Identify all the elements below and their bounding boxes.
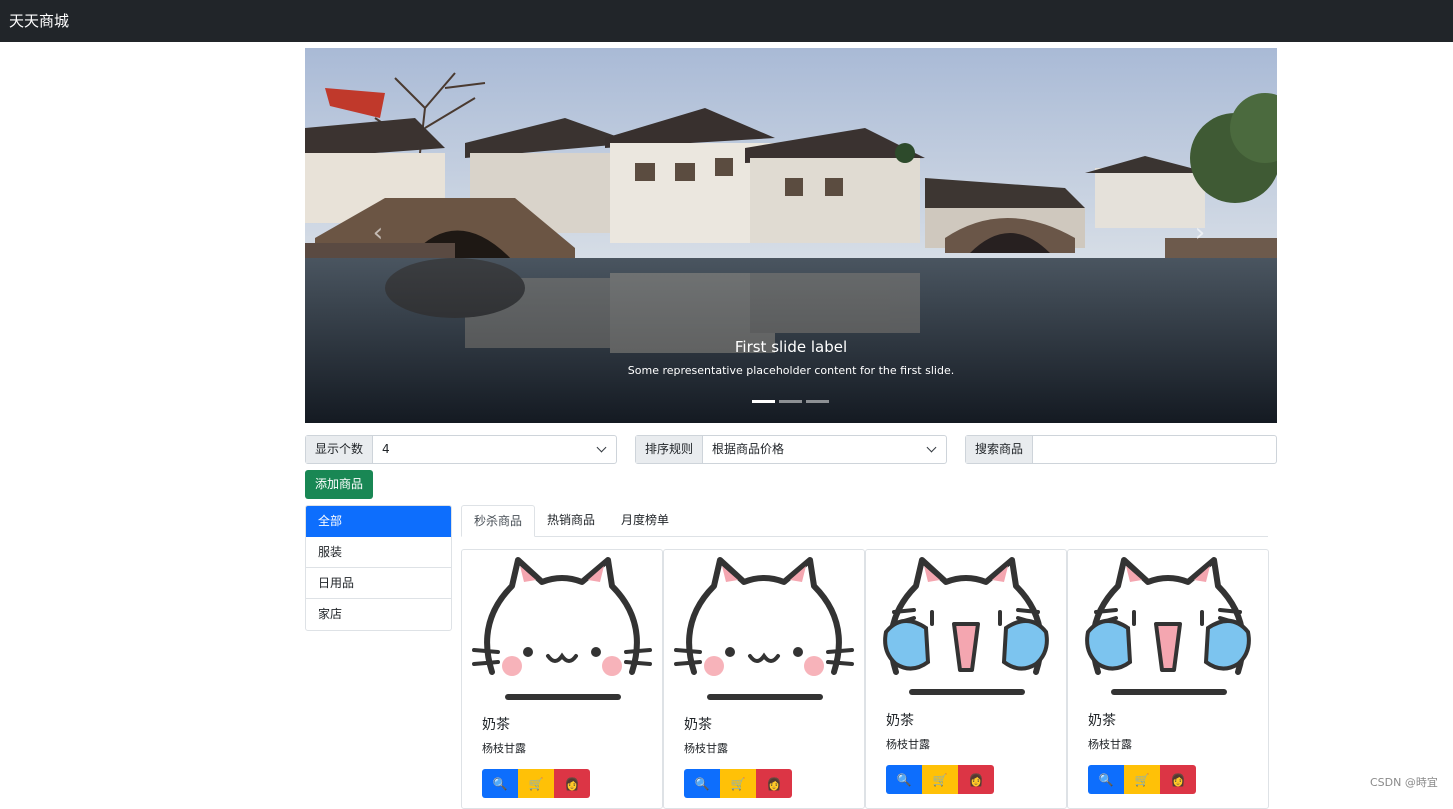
product-name: 奶茶 bbox=[1088, 713, 1116, 729]
display-count-group: 显示个数 4 bbox=[305, 435, 617, 464]
carousel-indicators bbox=[752, 400, 829, 403]
chevron-left-icon: ‹ bbox=[372, 218, 384, 248]
user-button[interactable]: 👩 bbox=[554, 769, 590, 798]
product-card[interactable]: 奶茶 杨枝甘露 🔍 🛒 👩 bbox=[663, 549, 865, 809]
crying-cat-icon bbox=[1085, 557, 1251, 695]
category-item-home[interactable]: 家店 bbox=[306, 599, 451, 630]
add-to-cart-button[interactable]: 🛒 bbox=[518, 769, 554, 798]
product-name: 奶茶 bbox=[482, 717, 510, 733]
add-product-button[interactable]: 添加商品 bbox=[305, 470, 373, 499]
tab-flash-sale[interactable]: 秒杀商品 bbox=[461, 505, 536, 537]
view-button[interactable]: 🔍 bbox=[1088, 765, 1124, 794]
product-actions: 🔍 🛒 👩 bbox=[1088, 765, 1196, 794]
watermark: CSDN @時宜 bbox=[1370, 776, 1438, 789]
magnifier-icon: 🔍 bbox=[1098, 772, 1114, 787]
carousel-indicator-2[interactable] bbox=[779, 400, 802, 403]
smiling-cat-icon bbox=[674, 557, 854, 700]
view-button[interactable]: 🔍 bbox=[886, 765, 922, 794]
smiling-cat-icon bbox=[472, 557, 652, 700]
add-to-cart-button[interactable]: 🛒 bbox=[1124, 765, 1160, 794]
product-card[interactable]: 奶茶 杨枝甘露 🔍 🛒 👩 bbox=[865, 549, 1067, 809]
product-name: 奶茶 bbox=[886, 713, 914, 729]
category-item-clothing[interactable]: 服装 bbox=[306, 537, 451, 568]
cart-icon: 🛒 bbox=[528, 776, 544, 791]
tab-monthly-ranking[interactable]: 月度榜单 bbox=[609, 505, 681, 537]
chevron-right-icon: › bbox=[1194, 218, 1206, 248]
cart-icon: 🛒 bbox=[1134, 772, 1150, 787]
magnifier-icon: 🔍 bbox=[694, 776, 710, 791]
user-icon: 👩 bbox=[766, 776, 782, 791]
brand-title[interactable]: 天天商城 bbox=[9, 10, 69, 31]
cart-icon: 🛒 bbox=[932, 772, 948, 787]
user-icon: 👩 bbox=[968, 772, 984, 787]
product-actions: 🔍 🛒 👩 bbox=[684, 769, 792, 798]
category-list: 全部 服装 日用品 家店 bbox=[305, 505, 452, 631]
carousel-caption-text: Some representative placeholder content … bbox=[627, 364, 955, 377]
user-button[interactable]: 👩 bbox=[756, 769, 792, 798]
product-desc: 杨枝甘露 bbox=[1088, 738, 1132, 751]
view-button[interactable]: 🔍 bbox=[684, 769, 720, 798]
cart-icon: 🛒 bbox=[730, 776, 746, 791]
image-carousel[interactable]: ‹ › First slide label Some representativ… bbox=[305, 48, 1277, 423]
search-label: 搜索商品 bbox=[966, 436, 1034, 463]
chevron-down-icon bbox=[926, 442, 937, 453]
navbar: 天天商城 bbox=[0, 0, 1453, 42]
view-button[interactable]: 🔍 bbox=[482, 769, 518, 798]
product-actions: 🔍 🛒 👩 bbox=[886, 765, 994, 794]
carousel-prev-control[interactable]: ‹ bbox=[363, 218, 393, 248]
add-to-cart-button[interactable]: 🛒 bbox=[922, 765, 958, 794]
add-to-cart-button[interactable]: 🛒 bbox=[720, 769, 756, 798]
display-count-label: 显示个数 bbox=[306, 436, 374, 463]
sort-rule-select[interactable]: 根据商品价格 bbox=[703, 436, 946, 463]
user-icon: 👩 bbox=[564, 776, 580, 791]
crying-cat-icon bbox=[883, 557, 1049, 695]
sort-rule-value: 根据商品价格 bbox=[712, 442, 785, 456]
sort-rule-label: 排序规则 bbox=[636, 436, 704, 463]
search-input[interactable] bbox=[1033, 436, 1276, 463]
product-actions: 🔍 🛒 👩 bbox=[482, 769, 590, 798]
carousel-indicator-1[interactable] bbox=[752, 400, 775, 403]
category-item-all[interactable]: 全部 bbox=[306, 506, 451, 537]
display-count-select[interactable]: 4 bbox=[373, 436, 616, 463]
display-count-value: 4 bbox=[382, 442, 390, 456]
product-card[interactable]: 奶茶 杨枝甘露 🔍 🛒 👩 bbox=[461, 549, 663, 809]
product-desc: 杨枝甘露 bbox=[684, 742, 728, 755]
product-card[interactable]: 奶茶 杨枝甘露 🔍 🛒 👩 bbox=[1067, 549, 1269, 809]
product-tabs: 秒杀商品 热销商品 月度榜单 bbox=[461, 505, 1268, 537]
magnifier-icon: 🔍 bbox=[896, 772, 912, 787]
carousel-caption-label: First slide label bbox=[734, 338, 848, 356]
chevron-down-icon bbox=[596, 442, 607, 453]
user-button[interactable]: 👩 bbox=[1160, 765, 1196, 794]
search-group: 搜索商品 bbox=[965, 435, 1277, 464]
category-item-daily[interactable]: 日用品 bbox=[306, 568, 451, 599]
carousel-next-control[interactable]: › bbox=[1185, 218, 1215, 248]
product-name: 奶茶 bbox=[684, 717, 712, 733]
product-desc: 杨枝甘露 bbox=[886, 738, 930, 751]
product-desc: 杨枝甘露 bbox=[482, 742, 526, 755]
sort-rule-group: 排序规则 根据商品价格 bbox=[635, 435, 947, 464]
user-button[interactable]: 👩 bbox=[958, 765, 994, 794]
user-icon: 👩 bbox=[1170, 772, 1186, 787]
carousel-indicator-3[interactable] bbox=[806, 400, 829, 403]
tab-hot-sale[interactable]: 热销商品 bbox=[535, 505, 607, 537]
magnifier-icon: 🔍 bbox=[492, 776, 508, 791]
